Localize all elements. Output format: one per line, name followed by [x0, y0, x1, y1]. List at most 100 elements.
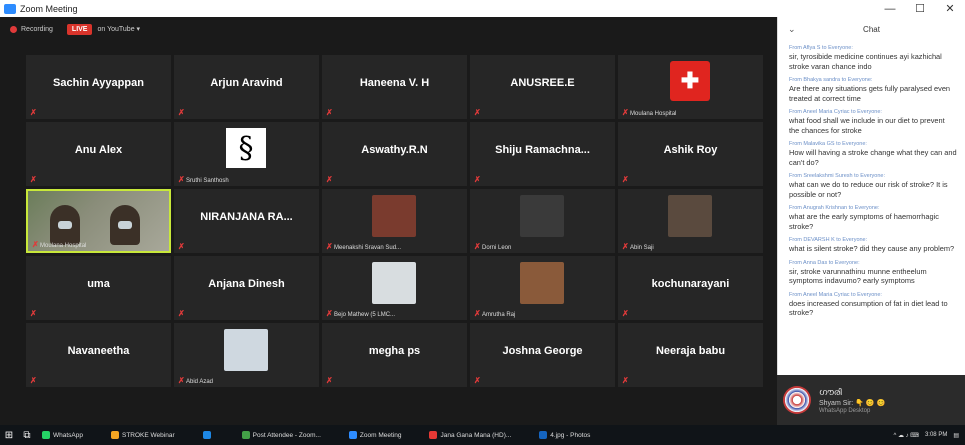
maximize-button[interactable]: ☐: [905, 0, 935, 17]
participant-name: Moulana Hospital: [630, 111, 677, 117]
taskbar-app[interactable]: [202, 431, 214, 439]
chevron-down-icon[interactable]: ⌄: [788, 24, 796, 35]
muted-mic-icon: ✗: [32, 240, 39, 249]
participant-tile[interactable]: Dorni Leon ✗: [470, 189, 615, 253]
tray-icons[interactable]: ^ ☁ ♪ ⌨: [893, 432, 918, 439]
participant-tile[interactable]: NIRANJANA RA... ✗: [174, 189, 319, 253]
participant-name: Neeraja babu: [655, 345, 726, 357]
chat-sender[interactable]: From Anna Das to Everyone:: [789, 260, 957, 267]
participant-tile[interactable]: Arjun Aravind ✗: [174, 55, 319, 119]
chat-message: From Aflya S to Everyone: sir, tyrosibide…: [789, 45, 957, 71]
muted-mic-icon: ✗: [622, 376, 629, 385]
participant-name: Shiju Ramachna...: [495, 144, 590, 156]
chat-sender[interactable]: From Sreelakshmi Suresh to Everyone:: [789, 173, 957, 180]
notification-source: WhatsApp Desktop: [819, 407, 871, 414]
chat-sender[interactable]: From Aneel Maria Cyriac to Everyone:: [789, 109, 957, 116]
chat-text: How will having a stroke change what the…: [789, 148, 957, 167]
taskbar-app[interactable]: WhatsApp: [42, 431, 83, 439]
participant-tile[interactable]: Amrutha Raj ✗: [470, 256, 615, 320]
live-badge[interactable]: LIVE: [66, 23, 93, 35]
clock[interactable]: 3:08 PM: [925, 432, 947, 438]
participant-name: Meenakshi Sravan Sud...: [334, 245, 402, 251]
chat-sender[interactable]: From DEVARSH K to Everyone:: [789, 237, 957, 244]
muted-mic-icon: ✗: [326, 242, 333, 251]
participant-name: Ashik Roy: [663, 144, 718, 156]
participant-tile[interactable]: megha ps ✗: [322, 323, 467, 387]
taskbar-app[interactable]: Post Attendee - Zoom...: [241, 431, 321, 439]
participant-tile[interactable]: Joshna George ✗: [470, 323, 615, 387]
minimize-button[interactable]: —: [875, 0, 905, 17]
chat-text: sir, tyrosibide medicine continues ayi k…: [789, 52, 942, 71]
system-tray: ^ ☁ ♪ ⌨ 3:08 PM ▤: [893, 425, 959, 445]
participant-name: Aswathy.R.N: [361, 144, 428, 156]
live-platform-dropdown[interactable]: on YouTube ▾: [97, 25, 140, 33]
close-button[interactable]: ✕: [935, 0, 965, 17]
participant-tile[interactable]: Haneena V. H ✗: [322, 55, 467, 119]
chat-sender[interactable]: From Aflya S to Everyone:: [789, 45, 957, 52]
participant-name: Abin Saji: [630, 245, 654, 251]
participant-tile[interactable]: Aswathy.R.N ✗: [322, 122, 467, 186]
participant-tile[interactable]: § Sruthi Santhosh ✗: [174, 122, 319, 186]
muted-mic-icon: ✗: [326, 309, 333, 318]
muted-mic-icon: ✗: [30, 108, 37, 117]
taskbar-app[interactable]: Zoom Meeting: [348, 431, 401, 439]
notification-body: Shyam Sir: 👇 😊 😊: [819, 399, 886, 407]
muted-mic-icon: ✗: [178, 108, 185, 117]
participant-tile[interactable]: Ashik Roy ✗: [618, 122, 763, 186]
taskbar-app[interactable]: STROKE Webinar: [111, 431, 175, 439]
participant-tile[interactable]: Anu Alex ✗: [26, 122, 171, 186]
profile-picture: §: [226, 128, 266, 168]
participant-name: Sachin Ayyappan: [53, 77, 144, 89]
participant-tile[interactable]: Abid Azad ✗: [174, 323, 319, 387]
participant-name: ANUSREE.E: [510, 77, 575, 89]
profile-picture: [520, 262, 564, 304]
muted-mic-icon: ✗: [326, 108, 333, 117]
taskbar: ⊞ ⧉ WhatsApp STROKE Webinar Post Attendee …: [0, 425, 965, 445]
taskbar-app-label: WhatsApp: [53, 431, 83, 439]
recording-label[interactable]: Recording: [21, 26, 53, 33]
muted-mic-icon: ✗: [30, 175, 37, 184]
whatsapp-notification[interactable]: ഗൗരി Shyam Sir: 👇 😊 😊 WhatsApp Desktop: [777, 375, 965, 425]
muted-mic-icon: ✗: [622, 242, 629, 251]
chat-panel: ⌄ Chat From Aflya S to Everyone: sir, tyr…: [777, 17, 965, 375]
zoom-logo-icon: [4, 3, 16, 14]
participant-name: kochunarayani: [651, 278, 730, 290]
participant-name: megha ps: [368, 345, 421, 357]
muted-mic-icon: ✗: [326, 376, 333, 385]
muted-mic-icon: ✗: [326, 175, 333, 184]
chat-sender[interactable]: From Bhakya sandra to Everyone:: [789, 77, 957, 84]
participant-tile[interactable]: Neeraja babu ✗: [618, 323, 763, 387]
participant-tile[interactable]: Shiju Ramachna... ✗: [470, 122, 615, 186]
participant-tile[interactable]: Anjana Dinesh ✗: [174, 256, 319, 320]
taskbar-app[interactable]: Jana Gana Mana (HD)...: [429, 431, 511, 439]
chat-messages: From Aflya S to Everyone: sir, tyrosibide…: [778, 41, 965, 318]
app-icon: [42, 431, 50, 439]
participant-name: NIRANJANA RA...: [200, 211, 293, 223]
participant-tile[interactable]: Abin Saji ✗: [618, 189, 763, 253]
chat-sender[interactable]: From Anugrah Krishnan to Everyone:: [789, 205, 957, 212]
participant-name: Abid Azad: [186, 379, 214, 385]
chat-header: ⌄ Chat: [778, 17, 965, 41]
app-icon: [539, 431, 548, 439]
taskbar-app[interactable]: 4.jpg - Photos: [539, 431, 590, 439]
notifications-icon[interactable]: ▤: [953, 432, 959, 439]
participant-tile[interactable]: Bejo Mathew (5 LMC... ✗: [322, 256, 467, 320]
app-icon: [111, 431, 119, 439]
participant-tile[interactable]: Sachin Ayyappan ✗: [26, 55, 171, 119]
participant-tile[interactable]: Meenakshi Sravan Sud... ✗: [322, 189, 467, 253]
task-view-icon[interactable]: ⧉: [18, 425, 36, 445]
participant-tile[interactable]: ANUSREE.E ✗: [470, 55, 615, 119]
chat-title: Chat: [863, 24, 880, 34]
avatar: [783, 386, 811, 414]
windows-start-icon[interactable]: ⊞: [0, 425, 18, 445]
participant-tile[interactable]: Moulana Hospital ✗: [26, 189, 171, 253]
chat-message: From Anna Das to Everyone: sir, stroke va…: [789, 260, 957, 286]
participant-tile[interactable]: kochunarayani ✗: [618, 256, 763, 320]
notification-title: ഗൗരി: [819, 386, 842, 397]
participant-tile[interactable]: Navaneetha ✗: [26, 323, 171, 387]
chat-sender[interactable]: From Malavika GS to Everyone:: [789, 141, 957, 148]
chat-sender[interactable]: From Aneel Maria Cyriac to Everyone:: [789, 292, 957, 299]
participant-tile[interactable]: uma ✗: [26, 256, 171, 320]
participant-tile[interactable]: ✚ Moulana Hospital ✗: [618, 55, 763, 119]
profile-picture: [668, 195, 712, 237]
